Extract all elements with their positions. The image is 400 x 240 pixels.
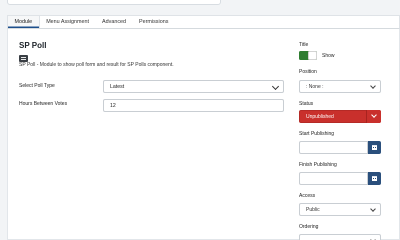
tab-menu-assignment[interactable]: Menu Assignment — [40, 16, 96, 28]
top-toolbar-box — [7, 0, 221, 5]
show-label: Show — [322, 53, 335, 59]
module-panel: SP Poll SP Poll - Module to show poll fo… — [7, 29, 400, 240]
status-dropdown-button[interactable] — [366, 110, 381, 123]
ordering-label: Ordering — [299, 224, 319, 230]
access-select[interactable]: Public — [299, 203, 381, 216]
poll-type-label: Select Poll Type — [19, 83, 55, 89]
title-label: Title — [299, 42, 309, 48]
finish-publishing-calendar-button[interactable] — [368, 172, 381, 185]
tab-permissions[interactable]: Permissions — [133, 16, 175, 28]
position-label: Position — [299, 69, 317, 75]
poll-type-value: Latest — [110, 83, 125, 90]
ordering-select[interactable] — [299, 234, 381, 240]
hours-between-votes-label: Hours Between Votes — [19, 101, 68, 107]
start-publishing-input[interactable] — [299, 141, 368, 154]
poll-type-select[interactable]: Latest — [103, 80, 284, 93]
tab-advanced[interactable]: Advanced — [96, 16, 133, 28]
hours-between-votes-input[interactable]: 12 — [103, 99, 284, 112]
access-label: Access — [299, 193, 316, 199]
start-publishing-label: Start Publishing — [299, 131, 335, 137]
calendar-icon — [372, 176, 377, 181]
finish-publishing-input[interactable] — [299, 172, 368, 185]
position-value: : None : — [306, 83, 324, 90]
title-show-toggle[interactable] — [299, 51, 317, 60]
hours-between-votes-value: 12 — [110, 102, 116, 109]
start-publishing-calendar-button[interactable] — [368, 141, 381, 154]
status-label: Status — [299, 101, 314, 107]
status-value: Unpublished — [306, 113, 334, 120]
calendar-icon — [372, 145, 377, 150]
chevron-down-icon — [370, 83, 376, 89]
page-title: SP Poll — [19, 41, 47, 50]
toggle-knob — [308, 51, 317, 60]
chevron-down-icon — [370, 206, 376, 212]
chevron-down-icon — [371, 112, 377, 118]
module-description: SP Poll - Module to show poll form and r… — [19, 62, 174, 68]
finish-publishing-label: Finish Publishing — [299, 162, 337, 168]
status-select[interactable]: Unpublished — [299, 110, 381, 123]
tab-module[interactable]: Module — [8, 16, 40, 28]
access-value: Public — [306, 206, 320, 213]
position-select[interactable]: : None : — [299, 80, 381, 93]
chevron-down-icon — [271, 82, 280, 91]
module-icon — [19, 55, 28, 62]
tab-bar: Module Menu Assignment Advanced Permissi… — [7, 15, 400, 29]
